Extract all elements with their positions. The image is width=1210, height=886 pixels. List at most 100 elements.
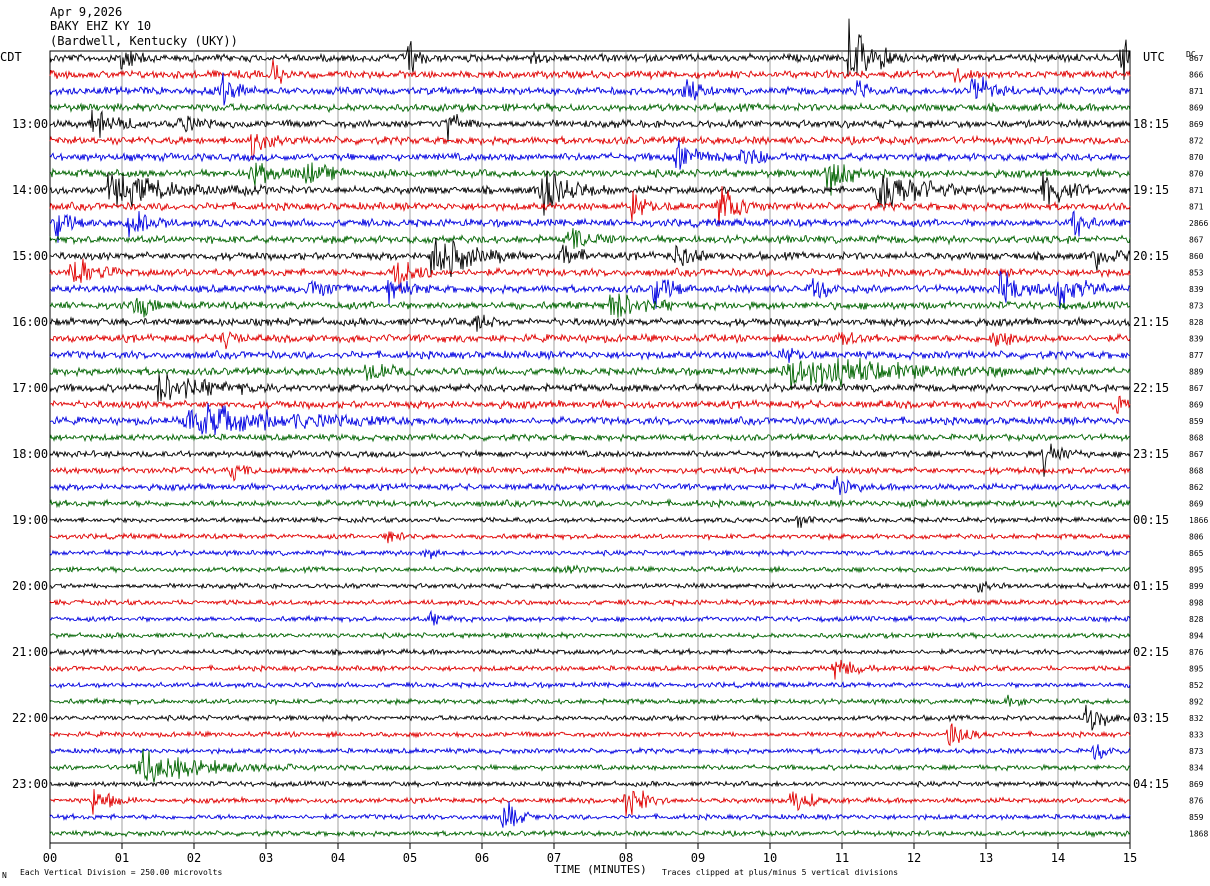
x-tick-label-01: 01 [115,851,129,865]
right-timezone-label: UTC [1143,50,1165,64]
dc-offset-values: 867 866 871 869 869 872 870 870 871 871 2866 867 860… [1189,54,1208,839]
trace-row-18 [49,347,1131,363]
dc-offset-value: 1866 [1189,516,1208,525]
dc-offset-value: 871 [1189,203,1204,212]
dc-offset-value: 873 [1189,747,1204,756]
x-axis-title: TIME (MINUTES) [554,863,647,876]
dc-offset-value: 894 [1189,632,1204,641]
dc-offset-value: 2866 [1189,219,1208,228]
right-time-label: 03:15 [1133,711,1169,725]
corner-mark: N [2,871,7,880]
left-time-label: 23:00 [12,777,48,791]
right-time-label: 21:15 [1133,315,1169,329]
trace-row-24 [49,443,1131,477]
trace-row-33 [49,598,1131,607]
trace-row-21 [50,395,1131,414]
right-time-label: 04:15 [1133,777,1169,791]
dc-offset-value: 828 [1189,615,1204,624]
dc-offset-value: 892 [1189,698,1204,707]
dc-offset-value: 869 [1189,401,1204,410]
dc-offset-value: 869 [1189,104,1204,113]
helicorder-chart: Apr 9,2026 BAKY EHZ KY 10 (Bardwell, Ken… [0,5,1208,880]
x-tick-label-03: 03 [259,851,273,865]
trace-row-40 [49,704,1131,731]
dc-offset-value: 895 [1189,665,1204,674]
dc-offset-value: 876 [1189,797,1204,806]
left-time-label: 19:00 [12,513,48,527]
x-tick-label-00: 00 [43,851,57,865]
dc-offset-value: 869 [1189,500,1204,509]
dc-offset-value: 828 [1189,318,1204,327]
right-time-label: 00:15 [1133,513,1169,527]
trace-row-41 [49,723,1131,747]
dc-offset-value: 865 [1189,549,1204,558]
header-station: BAKY EHZ KY 10 [50,19,151,33]
trace-row-31 [49,564,1131,575]
dc-offset-value: 870 [1189,153,1204,162]
dc-offset-value: 877 [1189,351,1204,360]
dc-offset-value: 871 [1189,186,1204,195]
trace-row-22 [49,403,1131,436]
trace-row-30 [49,548,1131,560]
x-tick-label-10: 10 [763,851,777,865]
left-time-labels: 13:00 14:00 15:00 16:00 17:00 18:00 19:00 20:00… [12,117,48,791]
dc-offset-value: 867 [1189,450,1204,459]
trace-row-46 [49,801,1131,828]
dc-offset-value: 859 [1189,813,1204,822]
dc-offset-value: 853 [1189,269,1204,278]
dc-offset-value: 869 [1189,120,1204,129]
trace-row-35 [49,631,1131,640]
right-time-label: 02:15 [1133,645,1169,659]
dc-offset-value: 873 [1189,302,1204,311]
left-time-label: 16:00 [12,315,48,329]
dc-offset-value: 860 [1189,252,1204,261]
left-time-label: 14:00 [12,183,48,197]
left-time-label: 15:00 [12,249,48,263]
trace-row-1 [49,59,1131,84]
trace-row-32 [49,581,1131,593]
trace-row-2 [49,72,1131,106]
dc-offset-value: 872 [1189,137,1204,146]
x-tick-label-15: 15 [1123,851,1137,865]
right-time-label: 20:15 [1133,249,1169,263]
left-time-label: 22:00 [12,711,48,725]
trace-row-47 [49,828,1131,838]
header-date: Apr 9,2026 [50,5,122,19]
dc-offset-value: 839 [1189,335,1204,344]
x-tick-label-04: 04 [331,851,345,865]
trace-row-39 [49,694,1131,707]
x-axis-ticks: 00 01 02 03 04 05 06 07 08 09 10 11 12 13 14 15 [43,843,1137,865]
dc-offset-value: 876 [1189,648,1204,657]
x-tick-label-02: 02 [187,851,201,865]
dc-offset-value: 852 [1189,681,1204,690]
dc-offset-value: 868 [1189,434,1204,443]
trace-row-26 [49,475,1131,496]
trace-row-37 [49,659,1131,680]
trace-row-0 [49,18,1131,80]
dc-offset-value: 895 [1189,566,1204,575]
dc-offset-value: 899 [1189,582,1204,591]
dc-offset-value: 898 [1189,599,1204,608]
trace-row-29 [49,531,1131,544]
trace-row-25 [49,464,1131,482]
trace-row-16 [49,314,1131,332]
right-time-label: 22:15 [1133,381,1169,395]
dc-offset-value: 834 [1189,764,1204,773]
left-time-label: 20:00 [12,579,48,593]
header-location: (Bardwell, Kentucky (UKY)) [50,34,238,48]
trace-row-23 [49,432,1131,443]
trace-row-11 [49,228,1131,249]
left-time-label: 21:00 [12,645,48,659]
dc-offset-value: 839 [1189,285,1204,294]
dc-offset-value: 833 [1189,731,1204,740]
trace-row-27 [49,498,1131,510]
x-tick-label-12: 12 [907,851,921,865]
x-tick-label-06: 06 [475,851,489,865]
trace-row-17 [49,331,1131,350]
trace-row-44 [49,779,1131,789]
x-tick-label-09: 09 [691,851,705,865]
trace-row-8 [49,170,1131,216]
x-tick-label-13: 13 [979,851,993,865]
right-time-label: 01:15 [1133,579,1169,593]
dc-offset-value: 869 [1189,780,1204,789]
